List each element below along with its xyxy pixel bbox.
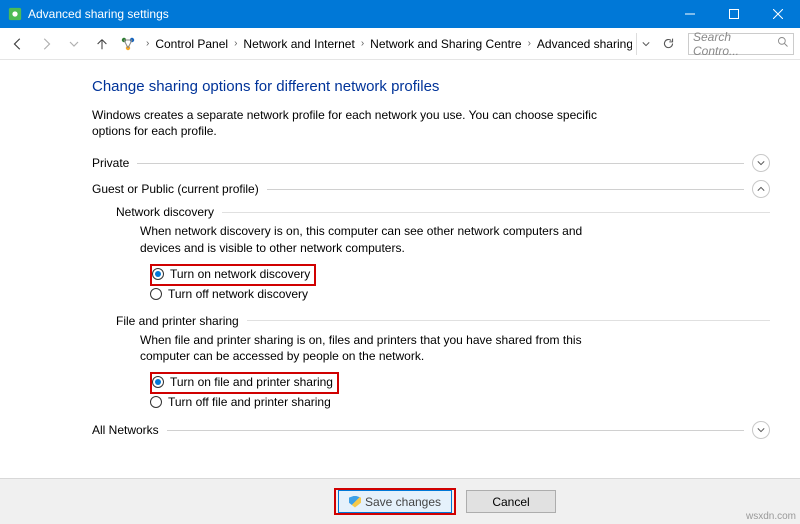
chevron-up-icon[interactable]	[752, 180, 770, 198]
divider	[247, 320, 770, 321]
highlight-annotation: Save changes	[334, 488, 456, 515]
recent-dropdown[interactable]	[62, 32, 86, 56]
forward-button[interactable]	[34, 32, 58, 56]
file-sharing-radios: Turn on file and printer sharing Turn of…	[150, 372, 770, 410]
chevron-right-icon: ›	[144, 38, 151, 49]
close-button[interactable]	[756, 0, 800, 28]
radio-label: Turn on network discovery	[170, 267, 310, 281]
navbar: › Control Panel › Network and Internet ›…	[0, 28, 800, 60]
network-discovery-description: When network discovery is on, this compu…	[140, 223, 620, 255]
subsection-file-sharing: File and printer sharing	[116, 314, 770, 328]
button-label: Save changes	[365, 495, 441, 509]
radio-nd-on[interactable]: Turn on network discovery	[152, 266, 310, 282]
radio-icon	[150, 396, 162, 408]
page-title: Change sharing options for different net…	[92, 78, 770, 95]
search-input[interactable]: Search Contro...	[688, 33, 794, 55]
section-label: Private	[92, 156, 129, 170]
control-panel-icon	[8, 7, 22, 21]
up-button[interactable]	[90, 32, 114, 56]
breadcrumb: › Control Panel › Network and Internet ›…	[144, 35, 632, 53]
page-description: Windows creates a separate network profi…	[92, 107, 612, 139]
address-dropdown[interactable]	[636, 33, 654, 55]
section-guest-public[interactable]: Guest or Public (current profile)	[92, 179, 770, 199]
radio-label: Turn on file and printer sharing	[170, 375, 333, 389]
button-label: Cancel	[492, 495, 529, 509]
radio-fps-on[interactable]: Turn on file and printer sharing	[152, 374, 333, 390]
minimize-button[interactable]	[668, 0, 712, 28]
section-all-networks[interactable]: All Networks	[92, 420, 770, 440]
radio-fps-off[interactable]: Turn off file and printer sharing	[150, 394, 770, 410]
network-discovery-radios: Turn on network discovery Turn off netwo…	[150, 264, 770, 302]
divider	[137, 163, 744, 164]
maximize-button[interactable]	[712, 0, 756, 28]
file-sharing-description: When file and printer sharing is on, fil…	[140, 332, 620, 364]
subsection-network-discovery: Network discovery	[116, 205, 770, 219]
subsection-label: File and printer sharing	[116, 314, 239, 328]
chevron-right-icon: ›	[359, 38, 366, 49]
radio-nd-off[interactable]: Turn off network discovery	[150, 286, 770, 302]
breadcrumb-item[interactable]: Network and Internet	[241, 35, 356, 53]
breadcrumb-item[interactable]: Network and Sharing Centre	[368, 35, 523, 53]
subsection-label: Network discovery	[116, 205, 214, 219]
search-placeholder: Search Contro...	[693, 30, 777, 58]
chevron-right-icon: ›	[232, 38, 239, 49]
window-buttons	[668, 0, 800, 28]
highlight-annotation: Turn on file and printer sharing	[150, 372, 339, 394]
radio-label: Turn off network discovery	[168, 287, 308, 301]
breadcrumb-item[interactable]: Advanced sharing settings	[535, 35, 632, 53]
titlebar: Advanced sharing settings	[0, 0, 800, 28]
refresh-button[interactable]	[656, 32, 680, 56]
radio-icon	[152, 268, 164, 280]
chevron-down-icon[interactable]	[752, 154, 770, 172]
divider	[267, 189, 744, 190]
highlight-annotation: Turn on network discovery	[150, 264, 316, 286]
network-icon	[120, 36, 136, 52]
window-title: Advanced sharing settings	[28, 7, 668, 21]
radio-icon	[152, 376, 164, 388]
shield-icon	[349, 496, 361, 508]
radio-icon	[150, 288, 162, 300]
chevron-right-icon: ›	[526, 38, 533, 49]
search-icon	[777, 36, 789, 51]
back-button[interactable]	[6, 32, 30, 56]
chevron-down-icon[interactable]	[752, 421, 770, 439]
section-private[interactable]: Private	[92, 153, 770, 173]
breadcrumb-item[interactable]: Control Panel	[153, 35, 230, 53]
divider	[222, 212, 770, 213]
divider	[167, 430, 744, 431]
section-label: Guest or Public (current profile)	[92, 182, 259, 196]
watermark: wsxdn.com	[746, 511, 796, 522]
content-area: Change sharing options for different net…	[0, 60, 800, 478]
save-changes-button[interactable]: Save changes	[338, 490, 452, 513]
cancel-button[interactable]: Cancel	[466, 490, 556, 513]
radio-label: Turn off file and printer sharing	[168, 395, 331, 409]
section-label: All Networks	[92, 423, 159, 437]
bottom-bar: Save changes Cancel	[0, 478, 800, 524]
